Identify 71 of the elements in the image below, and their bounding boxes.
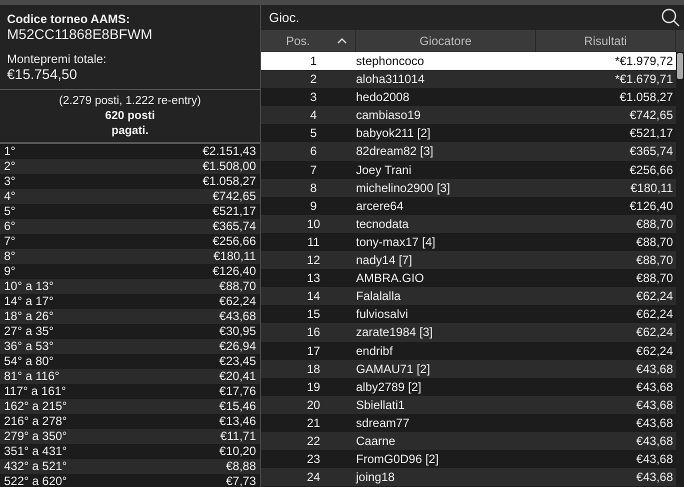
payout-place: 279° a 350° [4,429,67,444]
payout-prize: €20,41 [219,369,256,384]
payout-prize: €17,76 [219,384,256,399]
payout-prize: €521,17 [212,204,256,219]
player-row[interactable]: 6 82dream82 [3] €365,74 [261,142,676,161]
search-icon[interactable] [661,8,680,27]
player-row[interactable]: 8 michelino2900 [3] €180,11 [261,178,676,197]
payout-place: 7° [4,234,16,249]
payout-place: 36° a 53° [4,339,54,354]
player-row[interactable]: 22 Caarne €43,68 [261,432,676,450]
player-row[interactable]: 19 alby2789 [2] €43,68 [261,378,676,396]
prize-pool-amount: €15.754,50 [7,66,78,83]
payout-place: 9° [4,264,16,279]
entries-info: (2.279 posti, 1.222 re-entry) [58,94,202,109]
payout-place: 54° a 80° [4,354,54,369]
player-row[interactable]: 16 zarate1984 [3] €62,24 [261,323,676,342]
payout-place: 6° [4,219,16,234]
payout-place: 117° a 161° [4,384,66,399]
payout-place: 81° a 116° [4,369,60,384]
payout-prize: €13,46 [219,414,256,429]
payout-place: 522° a 620° [4,474,67,487]
payout-place: 162° a 215° [4,399,67,414]
payout-prize: €742,65 [212,189,256,204]
payout-place: 432° a 521° [4,459,67,474]
code-label: Codice torneo AAMS: [7,12,131,26]
player-row[interactable]: 20 Sbiellati1 €43,68 [261,396,676,414]
player-row[interactable]: 10 tecnodata €88,70 [261,214,676,233]
payout-place: 5° [4,204,16,219]
player-row[interactable]: 18 GAMAU71 [2] €43,68 [261,360,676,378]
payout-prize: €2.151,43 [202,144,256,159]
payout-place: 216° a 278° [4,414,67,429]
payout-prize: €43,68 [219,309,256,324]
tournament-code: M52CC11868E8BFWM [7,26,154,43]
payout-prize: €62,24 [219,294,256,309]
payout-prize: €26,94 [219,339,256,354]
payout-prize: €180,11 [214,249,256,264]
payout-place: 3° [4,174,16,189]
payout-prize: €10,20 [219,444,256,459]
payout-prize: €30,95 [219,324,256,339]
payout-place: 8° [4,249,16,264]
payout-prize: €7,73 [226,474,256,487]
player-row[interactable]: 4 cambiaso19 €742,65 [261,106,676,124]
payout-prize: €126,40 [212,264,256,279]
scrollbar-thumb[interactable] [677,53,683,79]
payout-prize: €256,66 [212,234,256,249]
player-row[interactable]: 12 nady14 [7] €88,70 [261,251,676,270]
payout-prize: €88,70 [219,279,256,294]
paid-places: 620 posti [104,109,156,124]
payout-place: 14° a 17° [4,294,54,309]
payout-prize: €11,71 [220,429,256,444]
payout-place: 27° a 35° [4,324,54,339]
player-row[interactable]: 7 Joey Trani €256,66 [261,160,676,179]
payout-place: 351° a 431° [4,444,67,459]
payout-place: 10° a 13° [4,279,54,294]
payout-prize: €1.058,27 [202,174,256,189]
payout-place: 18° a 26° [4,309,54,324]
player-row[interactable]: 24 joing18 €43,68 [261,468,676,486]
player-row[interactable]: 1 stephoncoco *€1.979,72 [261,52,676,70]
payout-place: 1° [4,144,16,159]
player-row[interactable]: 14 Falalalla €62,24 [261,287,676,306]
panel-title: Gioc. [269,8,300,27]
payout-place: 2° [4,159,16,174]
payout-prize: €23,45 [219,354,256,369]
payout-prize: €15,46 [219,399,256,414]
prize-pool-label: Montepremi totale: [7,52,108,66]
payout-prize: €365,74 [212,219,256,234]
payout-prize: €8,88 [226,459,256,474]
paid-label: pagati. [110,124,150,139]
player-row[interactable]: 2 aloha311014 *€1.679,71 [261,70,676,88]
payout-prize: €1.508,00 [202,159,256,174]
payout-place: 4° [4,189,16,204]
